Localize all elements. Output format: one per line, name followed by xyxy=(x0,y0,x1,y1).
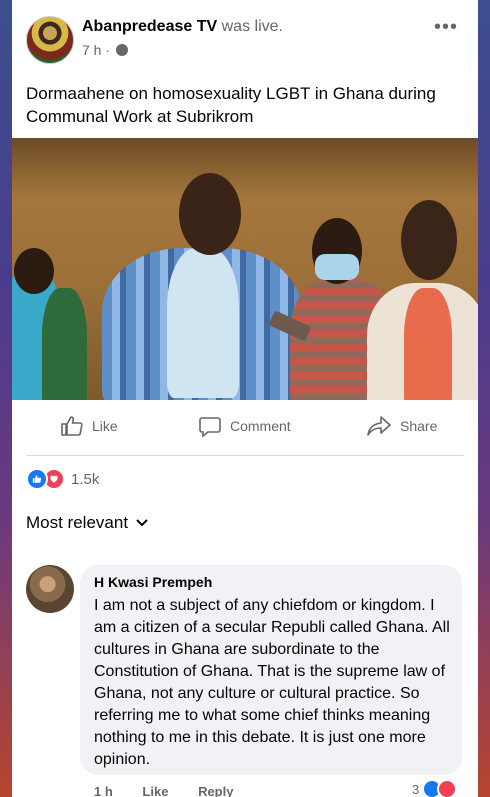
post-text: Dormaahene on homosexuality LGBT in Ghan… xyxy=(26,84,436,126)
comment-footer: 1 h Like Reply xyxy=(94,784,259,797)
like-button[interactable]: Like xyxy=(60,414,118,438)
more-options-icon[interactable]: ••• xyxy=(434,16,458,39)
live-status: was live. xyxy=(221,18,283,35)
comment-bubble: H Kwasi Prempeh I am not a subject of an… xyxy=(80,565,462,775)
face-mask xyxy=(315,254,359,280)
comment-like-button[interactable]: Like xyxy=(142,784,168,797)
like-label: Like xyxy=(92,418,118,434)
like-reaction-icon xyxy=(26,468,48,490)
divider xyxy=(26,455,464,456)
person-right-head xyxy=(401,200,457,280)
post-card: Abanpredease TV was live. 7 h · ••• Dorm… xyxy=(12,0,478,797)
thumbs-up-icon xyxy=(61,416,83,436)
love-reaction-icon xyxy=(437,779,458,797)
post-actions: Like Comment Share xyxy=(12,408,478,448)
comment-icon xyxy=(199,417,221,438)
comment-label: Comment xyxy=(230,418,291,434)
person-center-tshirt xyxy=(167,248,239,398)
sort-label: Most relevant xyxy=(26,513,129,532)
post-author-line: Abanpredease TV was live. xyxy=(82,18,283,36)
comment-sort-dropdown[interactable]: Most relevant xyxy=(26,513,148,533)
comment-button[interactable]: Comment xyxy=(198,414,291,438)
reaction-summary[interactable]: 1.5k xyxy=(26,468,99,490)
comment-time[interactable]: 1 h xyxy=(94,784,113,797)
share-button[interactable]: Share xyxy=(366,414,437,438)
comment-text: I am not a subject of any chiefdom or ki… xyxy=(94,597,450,768)
post-header: Abanpredease TV was live. 7 h · ••• xyxy=(12,0,478,70)
person-back-head xyxy=(14,248,54,294)
chevron-down-icon xyxy=(136,519,148,527)
share-label: Share xyxy=(400,418,438,434)
comment-reply-button[interactable]: Reply xyxy=(198,784,233,797)
post-meta: 7 h · xyxy=(82,42,128,58)
globe-icon xyxy=(115,44,128,56)
comment-author[interactable]: H Kwasi Prempeh xyxy=(94,574,212,590)
person-center-head xyxy=(179,173,241,255)
video-thumbnail[interactable] xyxy=(12,138,478,400)
share-icon xyxy=(367,416,391,436)
reaction-count: 1.5k xyxy=(71,470,100,488)
page-name-link[interactable]: Abanpredease TV xyxy=(82,18,217,35)
page-avatar[interactable] xyxy=(26,16,74,64)
commenter-avatar[interactable] xyxy=(26,565,74,613)
comment-reaction-count: 3 xyxy=(412,781,420,797)
person-right-shirt xyxy=(404,288,452,400)
person-back-green xyxy=(42,288,87,400)
post-time[interactable]: 7 h xyxy=(82,42,101,58)
comment-reactions[interactable]: 3 xyxy=(412,779,458,797)
